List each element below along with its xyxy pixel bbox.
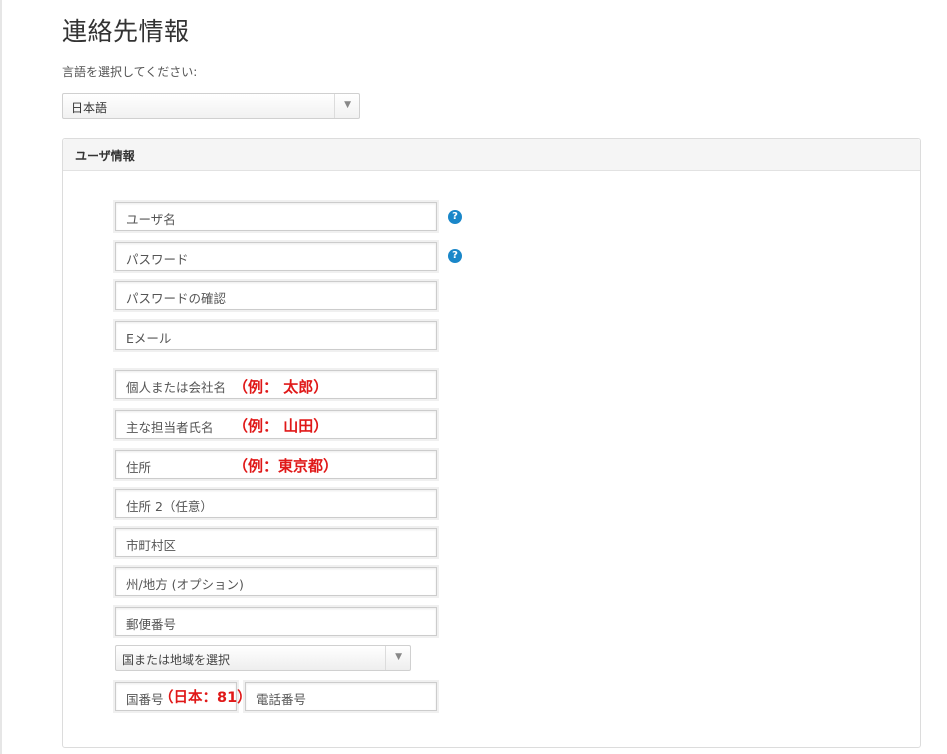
address-placeholder: 住所 (126, 460, 152, 475)
phone-placeholder: 電話番号 (256, 692, 307, 707)
postal-code-field[interactable]: 郵便番号 (115, 607, 437, 636)
state-placeholder: 州/地方 (オプション) (126, 577, 244, 592)
country-code-placeholder: 国番号 (126, 692, 164, 707)
chevron-down-icon: ▼ (395, 652, 402, 662)
language-selected-value: 日本語 (71, 101, 108, 115)
password-field[interactable]: パスワード (115, 242, 437, 271)
username-placeholder: ユーザ名 (126, 212, 176, 227)
language-label: 言語を選択してください: (62, 65, 198, 79)
address2-field[interactable]: 住所 2（任意） (115, 489, 437, 518)
state-field[interactable]: 州/地方 (オプション) (115, 567, 437, 596)
country-select[interactable]: 国または地域を選択 ▼ (115, 645, 411, 671)
language-select[interactable]: 日本語 ▼ (62, 93, 360, 119)
country-select-value: 国または地域を選択 (122, 653, 231, 667)
city-field[interactable]: 市町村区 (115, 528, 437, 557)
postal-code-placeholder: 郵便番号 (126, 617, 177, 632)
panel-title: ユーザ情報 (75, 149, 135, 163)
help-icon[interactable]: ? (448, 210, 462, 224)
address-hint: （例：東京都） (233, 457, 339, 475)
contact-name-hint: （例： 山田） (233, 417, 329, 435)
username-field[interactable]: ユーザ名 (115, 202, 437, 231)
phone-field[interactable]: 電話番号 (245, 682, 437, 711)
password-placeholder: パスワード (126, 252, 189, 267)
company-name-hint: （例： 太郎） (233, 378, 329, 396)
panel-header: ユーザ情報 (63, 139, 920, 171)
email-field[interactable]: Eメール (115, 321, 437, 350)
city-placeholder: 市町村区 (126, 538, 177, 553)
contact-name-placeholder: 主な担当者氏名 (126, 420, 214, 435)
password-confirm-placeholder: パスワードの確認 (126, 291, 227, 306)
email-placeholder: Eメール (126, 331, 172, 346)
address2-placeholder: 住所 2（任意） (126, 499, 213, 514)
password-confirm-field[interactable]: パスワードの確認 (115, 281, 437, 310)
left-border (0, 0, 2, 754)
country-code-hint: （日本：81） (159, 690, 252, 706)
chevron-down-icon: ▼ (344, 100, 351, 110)
page-title: 連絡先情報 (62, 17, 190, 46)
company-name-placeholder: 個人または会社名 (126, 380, 227, 395)
help-icon[interactable]: ? (448, 249, 462, 263)
